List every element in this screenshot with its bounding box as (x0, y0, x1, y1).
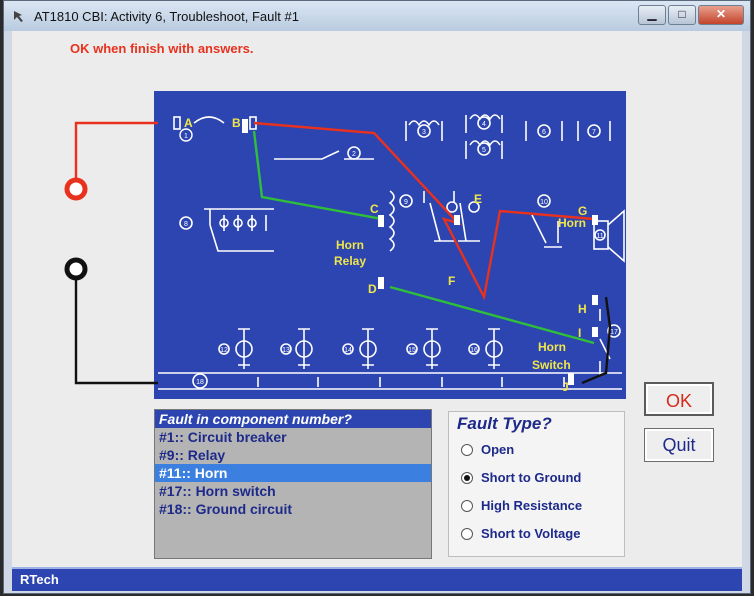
title-bar: AT1810 CBI: Activity 6, Troubleshoot, Fa… (4, 1, 750, 31)
point-h-label: H (578, 302, 587, 316)
component-number-11: 11 (596, 233, 603, 240)
black-test-lead (74, 278, 158, 385)
maximize-button[interactable]: □ (668, 5, 696, 25)
component-number-7: 7 (592, 129, 596, 136)
horn-relay-coil (388, 190, 395, 252)
component-number-16: 16 (470, 347, 478, 354)
list-item[interactable]: #1:: Circuit breaker (155, 428, 431, 446)
fault-type-option-short-to-voltage[interactable]: Short to Voltage (461, 526, 580, 541)
point-b-label: B (232, 116, 241, 130)
list-item-selected[interactable]: #11:: Horn (155, 464, 431, 482)
component-number-15: 15 (408, 347, 416, 354)
radio-button[interactable] (461, 527, 473, 540)
switch-wire-green (389, 285, 595, 345)
component-number-10: 10 (540, 199, 548, 206)
option-label: High Resistance (481, 498, 583, 513)
radio-button[interactable] (461, 443, 473, 456)
component-number-13: 13 (282, 347, 290, 354)
component-number-4: 4 (482, 121, 486, 128)
minimize-button[interactable]: ▁ (638, 5, 666, 25)
close-button[interactable]: ✕ (698, 5, 744, 25)
status-text: RTech (20, 572, 59, 587)
component-number-1: 1 (184, 133, 188, 140)
red-probe-icon[interactable] (64, 177, 88, 201)
circuit-breaker (193, 116, 225, 124)
fault-type-group: Fault Type? Open Short to Ground High Re… (448, 411, 625, 557)
fault-type-option-high-resistance[interactable]: High Resistance (461, 498, 582, 513)
option-label: Open (481, 442, 515, 457)
point-j-label: J (562, 380, 569, 394)
component-number-18: 18 (196, 379, 204, 386)
component-number-5: 5 (482, 147, 486, 154)
fault-list-header: Fault in component number? (155, 410, 431, 428)
horn-switch-label-line1: Horn (538, 340, 566, 354)
option-label: Short to Voltage (481, 526, 581, 541)
list-item[interactable]: #9:: Relay (155, 446, 431, 464)
component-number-6: 6 (542, 129, 546, 136)
window-controls: ▁ □ ✕ (636, 5, 744, 25)
fault-type-option-open[interactable]: Open (461, 442, 514, 457)
radio-button[interactable] (461, 499, 473, 512)
app-window: AT1810 CBI: Activity 6, Troubleshoot, Fa… (3, 0, 751, 594)
fault-wire-red (253, 121, 595, 301)
horn-relay-label-line1: Horn (336, 238, 364, 252)
client-area: OK when finish with answers. A B C D E F… (12, 31, 742, 567)
component-number-12: 12 (220, 347, 228, 354)
list-item[interactable]: #18:: Ground circuit (155, 500, 431, 518)
app-icon (14, 11, 23, 22)
point-f-label: F (448, 274, 455, 288)
component-number-17: 17 (610, 329, 618, 336)
fault-component-list[interactable]: Fault in component number? #1:: Circuit … (154, 409, 432, 559)
component-number-14: 14 (344, 347, 352, 354)
test-leads (64, 121, 158, 385)
point-d-label: D (368, 282, 377, 296)
control-wire-green (252, 130, 383, 221)
status-bar: RTech (12, 567, 742, 591)
circuit-breaker-terminal-a (173, 116, 181, 130)
horn-label: Horn (558, 216, 586, 230)
component-number-2: 2 (352, 151, 356, 158)
black-probe-icon[interactable] (64, 257, 88, 281)
option-label: Short to Ground (481, 470, 582, 485)
point-e-label: E (474, 192, 482, 206)
horn-bell (607, 209, 625, 263)
bottom-components (218, 328, 503, 369)
component-number-8: 8 (184, 221, 188, 228)
component-number-3: 3 (422, 129, 426, 136)
quit-button[interactable]: Quit (644, 428, 714, 462)
fault-type-option-short-to-ground[interactable]: Short to Ground (461, 470, 581, 485)
window-title: AT1810 CBI: Activity 6, Troubleshoot, Fa… (34, 9, 299, 24)
wiring-diagram: A B C D E F G H I J Horn Relay Horn Horn… (158, 114, 625, 394)
red-test-lead (74, 121, 158, 189)
wiring-diagram-board: A B C D E F G H I J Horn Relay Horn Horn… (154, 91, 626, 399)
horn-switch-label-line2: Switch (532, 358, 571, 372)
radio-button-selected[interactable] (461, 471, 473, 484)
ok-button[interactable]: OK (644, 382, 714, 416)
point-c-label: C (370, 202, 379, 216)
point-a-label: A (184, 116, 193, 130)
component-number-9: 9 (404, 199, 408, 206)
list-item[interactable]: #17:: Horn switch (155, 482, 431, 500)
fault-type-title: Fault Type? (457, 414, 552, 433)
horn-relay-label-line2: Relay (334, 254, 366, 268)
point-i-label: I (578, 326, 581, 340)
